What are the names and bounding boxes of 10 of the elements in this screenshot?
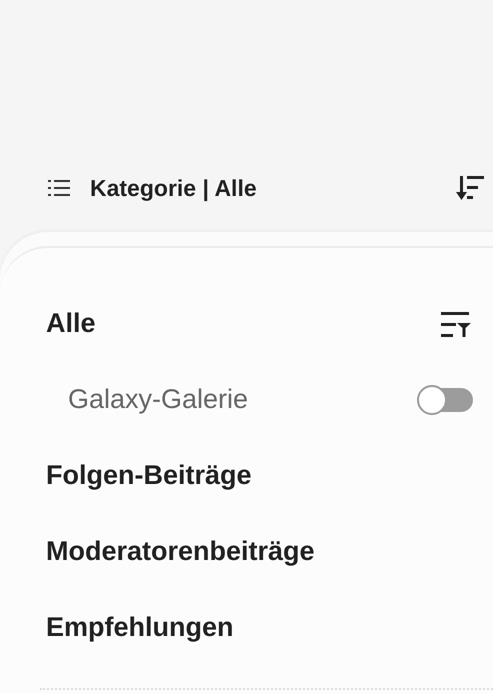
filter-icon[interactable] [441,310,473,338]
category-item[interactable]: Moderatorenbeiträge [46,531,315,572]
category-item[interactable]: Folgen-Beiträge [46,455,252,496]
category-item[interactable]: Alle [46,303,96,344]
category-item[interactable]: Galaxy-Galerie [46,379,248,420]
category-item[interactable]: Empfehlungen [46,607,234,648]
category-title[interactable]: Kategorie | Alle [90,170,257,206]
toggle-switch[interactable] [417,384,473,414]
list-icon[interactable] [48,179,70,197]
sort-icon[interactable] [455,174,485,202]
